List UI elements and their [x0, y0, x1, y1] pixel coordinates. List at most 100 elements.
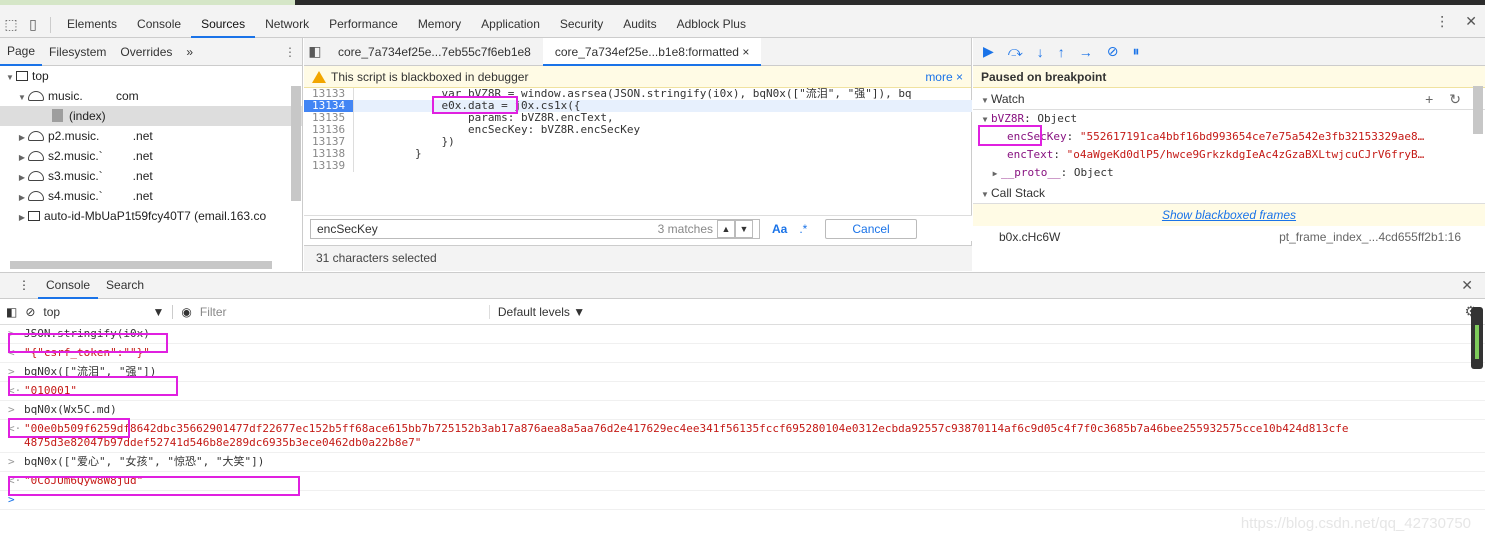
console-input[interactable]: > JSON.stringify(i0x) [0, 325, 1485, 344]
console-text: "00e0b509f6259df8642dbc35662901477df2267… [24, 422, 1349, 449]
device-toolbar-icon[interactable]: ▯ [22, 14, 44, 36]
prev-match-button[interactable]: ▲ [717, 219, 735, 238]
tree-item[interactable]: (index) [0, 106, 302, 126]
regex-button[interactable]: .* [799, 222, 807, 236]
tree-item[interactable]: ▶ s3.music.` .net [0, 166, 302, 186]
tab-console[interactable]: Console [127, 11, 191, 38]
tab-audits[interactable]: Audits [613, 11, 666, 38]
cancel-search-button[interactable]: Cancel [825, 218, 917, 239]
warning-icon [312, 70, 326, 83]
watch-key: encText [1007, 148, 1054, 161]
tab-security[interactable]: Security [550, 11, 613, 38]
file-icon [52, 109, 63, 122]
tree-item[interactable]: ▶ auto-id-MbUaP1t59fcy40T7 (email.163.co [0, 206, 302, 226]
file-tab[interactable]: core_7a734ef25e...7eb55c7f6eb1e8 [326, 38, 543, 66]
collapsed-triangle-icon[interactable]: ▶ [16, 168, 28, 188]
expanded-triangle-icon[interactable]: ▼ [979, 111, 991, 128]
code-line[interactable]: 13139 [304, 160, 972, 172]
tab-overrides[interactable]: Overrides [113, 45, 179, 59]
input-chevron-icon: > [8, 403, 15, 416]
resume-icon[interactable]: ▶ [983, 43, 994, 60]
console-sidebar-icon[interactable]: ◧ [6, 305, 17, 319]
more-options-icon[interactable]: ⋮ [1435, 13, 1449, 30]
tree-item[interactable]: ▶ s4.music.` .net [0, 186, 302, 206]
collapsed-triangle-icon[interactable]: ▶ [16, 128, 28, 148]
call-frame[interactable]: b0x.cHc6W pt_frame_index_...4cd655ff2b1:… [973, 226, 1485, 248]
tab-network[interactable]: Network [255, 11, 319, 38]
console-result[interactable]: <· "{"csrf_token":""}" [0, 344, 1485, 363]
cloud-icon [28, 151, 44, 161]
tab-console-drawer[interactable]: Console [38, 273, 99, 299]
step-into-icon[interactable]: ↓ [1037, 44, 1044, 60]
expanded-triangle-icon[interactable]: ▼ [16, 88, 28, 108]
console-drawer: ⋮ Console Search ✕ ◧ ⊘ top ▼ ◉ Filter Def… [0, 272, 1485, 534]
sidebar-scrollbar[interactable] [1473, 86, 1483, 134]
tab-page[interactable]: Page [0, 38, 43, 66]
close-drawer-icon[interactable]: ✕ [1453, 273, 1485, 299]
tab-sources[interactable]: Sources [191, 11, 256, 38]
tab-application[interactable]: Application [471, 11, 550, 38]
context-selector[interactable]: top ▼ [43, 304, 174, 319]
step-over-icon[interactable]: ⤼ [1008, 43, 1023, 60]
tree-item[interactable]: ▼ top [0, 66, 302, 86]
deactivate-breakpoints-icon[interactable]: ⊘ [1107, 43, 1119, 60]
tab-search[interactable]: Search [98, 273, 152, 299]
collapsed-triangle-icon[interactable]: ▶ [16, 208, 28, 228]
step-out-icon[interactable]: ↑ [1058, 44, 1065, 60]
add-watch-icon[interactable]: + [1425, 88, 1433, 110]
watch-value: "552617191ca4bbf16bd993654ce7e75a542e3fb… [1079, 130, 1425, 143]
collapsed-triangle-icon[interactable]: ▶ [16, 148, 28, 168]
watch-key: __proto__ [1001, 166, 1061, 179]
step-icon[interactable]: → [1079, 44, 1093, 60]
tab-performance[interactable]: Performance [319, 11, 408, 38]
tree-item-label: s3.music.` .net [48, 169, 153, 183]
collapsed-triangle-icon[interactable]: ▶ [989, 165, 1001, 182]
clear-console-icon[interactable]: ⊘ [25, 305, 35, 319]
collapsed-triangle-icon[interactable]: ▶ [16, 188, 28, 208]
callstack-header[interactable]: ▼ Call Stack [973, 182, 1485, 204]
tree-item[interactable]: ▶ p2.music. .net [0, 126, 302, 146]
navigator-menu-icon[interactable]: ⋮ [277, 45, 302, 59]
eye-icon[interactable]: ◉ [181, 305, 191, 319]
close-devtools-icon[interactable]: ✕ [1465, 13, 1477, 30]
console-prompt[interactable]: > [0, 491, 1485, 510]
expanded-triangle-icon[interactable]: ▼ [4, 68, 16, 88]
pause-exceptions-icon[interactable]: ⏸ [1132, 43, 1139, 60]
tab-filesystem[interactable]: Filesystem [42, 45, 113, 59]
console-filter-input[interactable]: Filter [200, 304, 490, 319]
more-tabs-icon[interactable]: » [179, 45, 200, 59]
console-result[interactable]: <· "0CoJUm6Qyw8W8jud" [0, 472, 1485, 491]
line-number[interactable]: 13139 [304, 160, 354, 172]
watch-item[interactable]: ▼ bVZ8R: Object [973, 110, 1485, 128]
watch-item[interactable]: encText: "o4aWgeKd0dlP5/hwce9GrkzkdgIeAc… [973, 146, 1485, 164]
console-input[interactable]: > bqN0x(Wx5C.md) [0, 401, 1485, 420]
banner-more-link[interactable]: more × [925, 70, 963, 84]
console-result[interactable]: <· "00e0b509f6259df8642dbc35662901477df22… [0, 420, 1485, 453]
navigator-h-scrollbar[interactable] [10, 261, 272, 269]
watch-header[interactable]: ▼ Watch + ↻ [973, 88, 1485, 110]
code-line[interactable]: 13138 } [304, 148, 972, 160]
inspect-element-icon[interactable]: ⬚ [0, 14, 22, 36]
find-input[interactable]: encSecKey 3 matches ▲ ▼ [310, 218, 760, 239]
tab-memory[interactable]: Memory [408, 11, 471, 38]
watch-item[interactable]: encSecKey: "552617191ca4bbf16bd993654ce7… [973, 128, 1485, 146]
console-input[interactable]: > bqN0x(["流泪", "强"]) [0, 363, 1485, 382]
navigator-scrollbar[interactable] [291, 86, 301, 201]
file-tab-formatted[interactable]: core_7a734ef25e...b1e8:formatted × [542, 37, 762, 66]
tree-item[interactable]: ▼ music. com [0, 86, 302, 106]
match-case-button[interactable]: Aa [772, 222, 787, 236]
tab-elements[interactable]: Elements [57, 11, 127, 38]
tree-item[interactable]: ▶ s2.music.` .net [0, 146, 302, 166]
console-result[interactable]: <· "010001" [0, 382, 1485, 401]
drawer-menu-icon[interactable]: ⋮ [10, 273, 38, 299]
refresh-watch-icon[interactable]: ↻ [1449, 88, 1461, 110]
next-match-button[interactable]: ▼ [735, 219, 753, 238]
code-area[interactable]: 13133 var bVZ8R = window.asrsea(JSON.str… [304, 88, 972, 198]
console-input[interactable]: > bqN0x(["爱心", "女孩", "惊恐", "大笑"]) [0, 453, 1485, 472]
toggle-navigator-icon[interactable]: ◧ [304, 41, 326, 63]
watch-item[interactable]: ▶ __proto__: Object [973, 164, 1485, 182]
frame-location[interactable]: pt_frame_index_...4cd655ff2b1:16 [1279, 226, 1461, 248]
show-blackboxed-link[interactable]: Show blackboxed frames [973, 204, 1485, 226]
log-levels-dropdown[interactable]: Default levels ▼ [498, 305, 585, 319]
tab-adblock-plus[interactable]: Adblock Plus [667, 11, 756, 38]
